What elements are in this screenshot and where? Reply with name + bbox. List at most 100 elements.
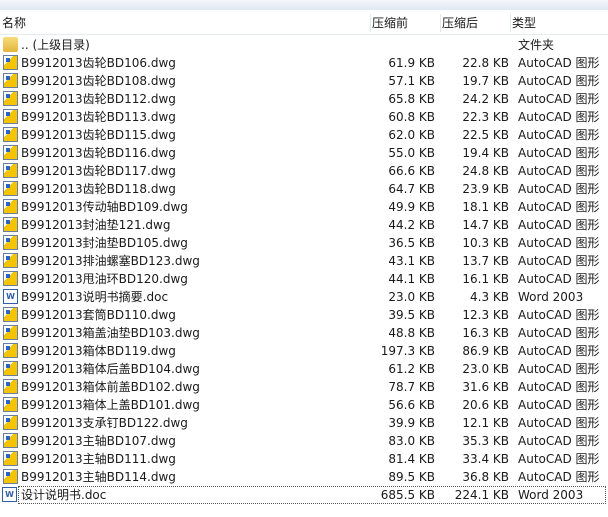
autocad-dwg-icon [3, 73, 18, 88]
file-row[interactable]: B9912013封油垫BD105.dwg 36.5 KB 10.3 KB Aut… [0, 234, 608, 252]
file-name: B9912013齿轮BD115.dwg [21, 128, 176, 142]
file-row[interactable]: B9912013箱体前盖BD102.dwg 78.7 KB 31.6 KB Au… [0, 378, 608, 396]
file-type: AutoCAD 图形 [518, 344, 600, 358]
file-row[interactable]: B9912013主轴BD107.dwg 83.0 KB 35.3 KB Auto… [0, 432, 608, 450]
autocad-dwg-icon [3, 271, 18, 286]
file-row[interactable]: B9912013齿轮BD117.dwg 66.6 KB 24.8 KB Auto… [0, 162, 608, 180]
file-packed-size: 4.3 KB [470, 290, 509, 304]
file-type: AutoCAD 图形 [518, 380, 600, 394]
file-row[interactable]: B9912013主轴BD111.dwg 81.4 KB 33.4 KB Auto… [0, 450, 608, 468]
file-row[interactable]: B9912013封油垫121.dwg 44.2 KB 14.7 KB AutoC… [0, 216, 608, 234]
column-size[interactable]: 压缩前 [370, 14, 441, 32]
folder-icon [3, 37, 18, 52]
file-row[interactable]: W B9912013说明书摘要.doc 23.0 KB 4.3 KB Word … [0, 288, 608, 306]
file-packed-size: 12.1 KB [462, 416, 509, 430]
word-doc-icon: W [3, 289, 18, 304]
autocad-dwg-icon [3, 343, 18, 358]
file-packed-size: 23.0 KB [462, 362, 509, 376]
file-row[interactable]: B9912013箱体BD119.dwg 197.3 KB 86.9 KB Aut… [0, 342, 608, 360]
file-row[interactable]: W 设计说明书.doc 685.5 KB 224.1 KB Word 2003 [2, 486, 606, 504]
file-row[interactable]: B9912013甩油环BD120.dwg 44.1 KB 16.1 KB Aut… [0, 270, 608, 288]
file-size: 61.2 KB [388, 362, 435, 376]
word-doc-icon: W [2, 487, 17, 502]
autocad-dwg-icon [3, 361, 18, 376]
toolbar-strip [0, 0, 608, 10]
autocad-dwg-icon [3, 145, 18, 160]
autocad-dwg-icon [3, 199, 18, 214]
file-size: 62.0 KB [388, 128, 435, 142]
file-name: B9912013齿轮BD116.dwg [21, 146, 176, 160]
file-type: AutoCAD 图形 [518, 326, 600, 340]
file-type: AutoCAD 图形 [518, 308, 600, 322]
file-type: AutoCAD 图形 [518, 146, 600, 160]
file-type: AutoCAD 图形 [518, 236, 600, 250]
file-row[interactable]: B9912013主轴BD114.dwg 89.5 KB 36.8 KB Auto… [0, 468, 608, 486]
file-packed-size: 10.3 KB [462, 236, 509, 250]
file-packed-size: 18.1 KB [462, 200, 509, 214]
file-size: 57.1 KB [388, 74, 435, 88]
autocad-dwg-icon [3, 415, 18, 430]
column-type[interactable]: 类型 [510, 14, 608, 32]
file-size: 197.3 KB [380, 344, 435, 358]
file-row[interactable]: B9912013齿轮BD106.dwg 61.9 KB 22.8 KB Auto… [0, 54, 608, 72]
file-type: AutoCAD 图形 [518, 362, 600, 376]
file-row[interactable]: B9912013齿轮BD118.dwg 64.7 KB 23.9 KB Auto… [0, 180, 608, 198]
file-name: B9912013箱体后盖BD104.dwg [21, 362, 200, 376]
file-name: B9912013箱体前盖BD102.dwg [21, 380, 200, 394]
file-row[interactable]: B9912013套筒BD110.dwg 39.5 KB 12.3 KB Auto… [0, 306, 608, 324]
file-row[interactable]: B9912013箱体上盖BD101.dwg 56.6 KB 20.6 KB Au… [0, 396, 608, 414]
file-name: B9912013传动轴BD109.dwg [21, 200, 188, 214]
file-row[interactable]: B9912013箱盖油垫BD103.dwg 48.8 KB 16.3 KB Au… [0, 324, 608, 342]
file-size: 39.9 KB [388, 416, 435, 430]
file-row[interactable]: B9912013传动轴BD109.dwg 49.9 KB 18.1 KB Aut… [0, 198, 608, 216]
file-type: Word 2003 [518, 290, 584, 304]
autocad-dwg-icon [3, 181, 18, 196]
file-name: B9912013齿轮BD106.dwg [21, 56, 176, 70]
column-name[interactable]: 名称 [0, 14, 371, 32]
file-type: AutoCAD 图形 [518, 200, 600, 214]
file-name: B9912013主轴BD111.dwg [21, 452, 176, 466]
file-packed-size: 12.3 KB [462, 308, 509, 322]
autocad-dwg-icon [3, 55, 18, 70]
file-name: B9912013支承钉BD122.dwg [21, 416, 188, 430]
file-size: 60.8 KB [388, 110, 435, 124]
file-packed-size: 13.7 KB [462, 254, 509, 268]
autocad-dwg-icon [3, 253, 18, 268]
column-packed[interactable]: 压缩后 [440, 14, 511, 32]
file-name: B9912013箱体BD119.dwg [21, 344, 176, 358]
file-row[interactable]: B9912013箱体后盖BD104.dwg 61.2 KB 23.0 KB Au… [0, 360, 608, 378]
file-size: 83.0 KB [388, 434, 435, 448]
file-type: AutoCAD 图形 [518, 470, 600, 484]
file-packed-size: 24.2 KB [462, 92, 509, 106]
file-row[interactable]: B9912013齿轮BD116.dwg 55.0 KB 19.4 KB Auto… [0, 144, 608, 162]
file-type: AutoCAD 图形 [518, 416, 600, 430]
file-packed-size: 33.4 KB [462, 452, 509, 466]
autocad-dwg-icon [3, 469, 18, 484]
autocad-dwg-icon [3, 91, 18, 106]
parent-directory-row[interactable]: .. (上级目录) 文件夹 [0, 36, 608, 54]
file-packed-size: 22.8 KB [462, 56, 509, 70]
file-packed-size: 16.1 KB [462, 272, 509, 286]
file-name: B9912013排油螺塞BD123.dwg [21, 254, 200, 268]
file-row[interactable]: B9912013齿轮BD108.dwg 57.1 KB 19.7 KB Auto… [0, 72, 608, 90]
file-row[interactable]: B9912013齿轮BD113.dwg 60.8 KB 22.3 KB Auto… [0, 108, 608, 126]
autocad-dwg-icon [3, 217, 18, 232]
autocad-dwg-icon [3, 163, 18, 178]
file-packed-size: 22.3 KB [462, 110, 509, 124]
file-row[interactable]: B9912013齿轮BD115.dwg 62.0 KB 22.5 KB Auto… [0, 126, 608, 144]
file-row[interactable]: B9912013排油螺塞BD123.dwg 43.1 KB 13.7 KB Au… [0, 252, 608, 270]
file-packed-size: 36.8 KB [462, 470, 509, 484]
file-size: 36.5 KB [388, 236, 435, 250]
file-type: AutoCAD 图形 [518, 92, 600, 106]
file-name: B9912013套筒BD110.dwg [21, 308, 176, 322]
file-name: B9912013封油垫121.dwg [21, 218, 171, 232]
autocad-dwg-icon [3, 325, 18, 340]
file-type: AutoCAD 图形 [518, 56, 600, 70]
file-row[interactable]: B9912013齿轮BD112.dwg 65.8 KB 24.2 KB Auto… [0, 90, 608, 108]
file-row[interactable]: B9912013支承钉BD122.dwg 39.9 KB 12.1 KB Aut… [0, 414, 608, 432]
file-type: AutoCAD 图形 [518, 110, 600, 124]
file-packed-size: 86.9 KB [462, 344, 509, 358]
file-packed-size: 224.1 KB [454, 488, 509, 502]
file-list: .. (上级目录) 文件夹 B9912013齿轮BD106.dwg 61.9 K… [0, 36, 608, 504]
file-name: B9912013箱盖油垫BD103.dwg [21, 326, 200, 340]
